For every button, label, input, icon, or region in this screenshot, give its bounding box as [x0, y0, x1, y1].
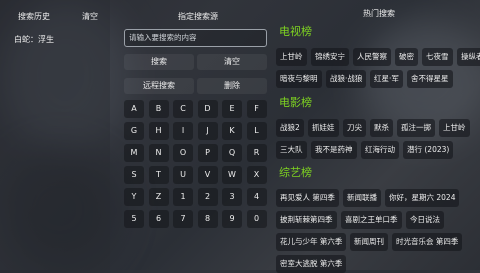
key-j[interactable]: J: [197, 122, 218, 140]
hot-chip[interactable]: 三大队: [276, 141, 307, 159]
key-b[interactable]: B: [148, 100, 169, 118]
hot-section-title: 电影榜: [279, 96, 312, 109]
hot-chip[interactable]: 破密: [395, 48, 418, 66]
key-6[interactable]: 6: [148, 210, 169, 228]
key-f[interactable]: F: [246, 100, 267, 118]
key-4[interactable]: 4: [246, 188, 267, 206]
key-v[interactable]: V: [197, 166, 218, 184]
hot-chip[interactable]: 七夜雪: [422, 48, 453, 66]
history-panel: 搜索历史 清空 白蛇：浮生: [0, 0, 110, 270]
hot-chip[interactable]: 潜行 (2023): [403, 141, 454, 159]
hot-chip[interactable]: 人民警察: [353, 48, 391, 66]
key-q[interactable]: Q: [222, 144, 242, 162]
key-1[interactable]: 1: [173, 188, 193, 206]
hot-chip[interactable]: 红星·军: [370, 70, 403, 88]
history-title: 搜索历史: [18, 12, 50, 21]
search-source-selector[interactable]: 指定搜索源: [178, 11, 218, 22]
key-y[interactable]: Y: [124, 188, 144, 206]
history-clear-button[interactable]: 清空: [82, 11, 98, 22]
key-o[interactable]: O: [173, 144, 193, 162]
hot-chip[interactable]: 上甘岭: [439, 119, 470, 137]
clear-input-button[interactable]: 清空: [197, 54, 267, 70]
key-s[interactable]: S: [124, 166, 144, 184]
hot-chip[interactable]: 抓娃娃: [308, 119, 339, 137]
delete-char-button[interactable]: 删除: [197, 78, 267, 94]
hot-chip[interactable]: 我不是药神: [311, 141, 357, 159]
key-0[interactable]: 0: [246, 210, 267, 228]
hot-chip[interactable]: 今日说法: [406, 211, 444, 229]
key-k[interactable]: K: [222, 122, 242, 140]
key-e[interactable]: E: [222, 100, 242, 118]
history-item[interactable]: 白蛇：浮生: [14, 34, 54, 45]
hot-chip[interactable]: 时光音乐会 第四季: [392, 233, 463, 251]
key-h[interactable]: H: [148, 122, 169, 140]
hot-chip[interactable]: 暗夜与黎明: [276, 70, 322, 88]
key-3[interactable]: 3: [222, 188, 242, 206]
key-m[interactable]: M: [124, 144, 144, 162]
hot-chip[interactable]: 战狼2: [276, 119, 304, 137]
key-l[interactable]: L: [246, 122, 267, 140]
hot-search-title: 热门搜索: [363, 9, 395, 18]
key-u[interactable]: U: [173, 166, 193, 184]
hot-section-title: 综艺榜: [279, 166, 312, 179]
hot-chip[interactable]: 舍不得星星: [407, 70, 453, 88]
hot-chip[interactable]: 操纵者: [457, 48, 480, 66]
hot-chip[interactable]: 刀尖: [343, 119, 366, 137]
key-n[interactable]: N: [148, 144, 169, 162]
key-x[interactable]: X: [246, 166, 267, 184]
key-5[interactable]: 5: [124, 210, 144, 228]
key-7[interactable]: 7: [173, 210, 193, 228]
hot-chip[interactable]: 孤注一掷: [397, 119, 435, 137]
search-input[interactable]: 请输入要搜索的内容: [124, 29, 267, 47]
key-a[interactable]: A: [124, 100, 144, 118]
hot-section-title: 电视榜: [279, 25, 312, 38]
hot-chip[interactable]: 密室大逃脱 第六季: [276, 255, 347, 273]
key-g[interactable]: G: [124, 122, 144, 140]
hot-chip[interactable]: 锦绣安宁: [311, 48, 349, 66]
hot-chip[interactable]: 默杀: [370, 119, 393, 137]
hot-chip[interactable]: 你好，星期六 2024: [385, 189, 460, 207]
hot-chip[interactable]: 战狼·战狼: [326, 70, 367, 88]
hot-chip[interactable]: 新闻周刊: [350, 233, 388, 251]
hot-chip[interactable]: 新闻联播: [343, 189, 381, 207]
key-2[interactable]: 2: [197, 188, 218, 206]
search-button[interactable]: 搜索: [124, 54, 194, 70]
key-t[interactable]: T: [148, 166, 169, 184]
key-d[interactable]: D: [197, 100, 218, 118]
key-9[interactable]: 9: [222, 210, 242, 228]
key-p[interactable]: P: [197, 144, 218, 162]
hot-chip[interactable]: 喜剧之王单口季: [341, 211, 402, 229]
key-z[interactable]: Z: [148, 188, 169, 206]
key-i[interactable]: I: [173, 122, 193, 140]
key-r[interactable]: R: [246, 144, 267, 162]
hot-chip[interactable]: 花儿与少年 第六季: [276, 233, 347, 251]
hot-chip[interactable]: 披荆斩棘第四季: [276, 211, 337, 229]
key-w[interactable]: W: [222, 166, 242, 184]
hot-chip[interactable]: 上甘岭: [276, 48, 307, 66]
remote-search-button[interactable]: 远程搜索: [124, 78, 194, 94]
key-c[interactable]: C: [173, 100, 193, 118]
hot-chip[interactable]: 再见爱人 第四季: [276, 189, 339, 207]
hot-chip[interactable]: 红海行动: [361, 141, 399, 159]
key-8[interactable]: 8: [197, 210, 218, 228]
